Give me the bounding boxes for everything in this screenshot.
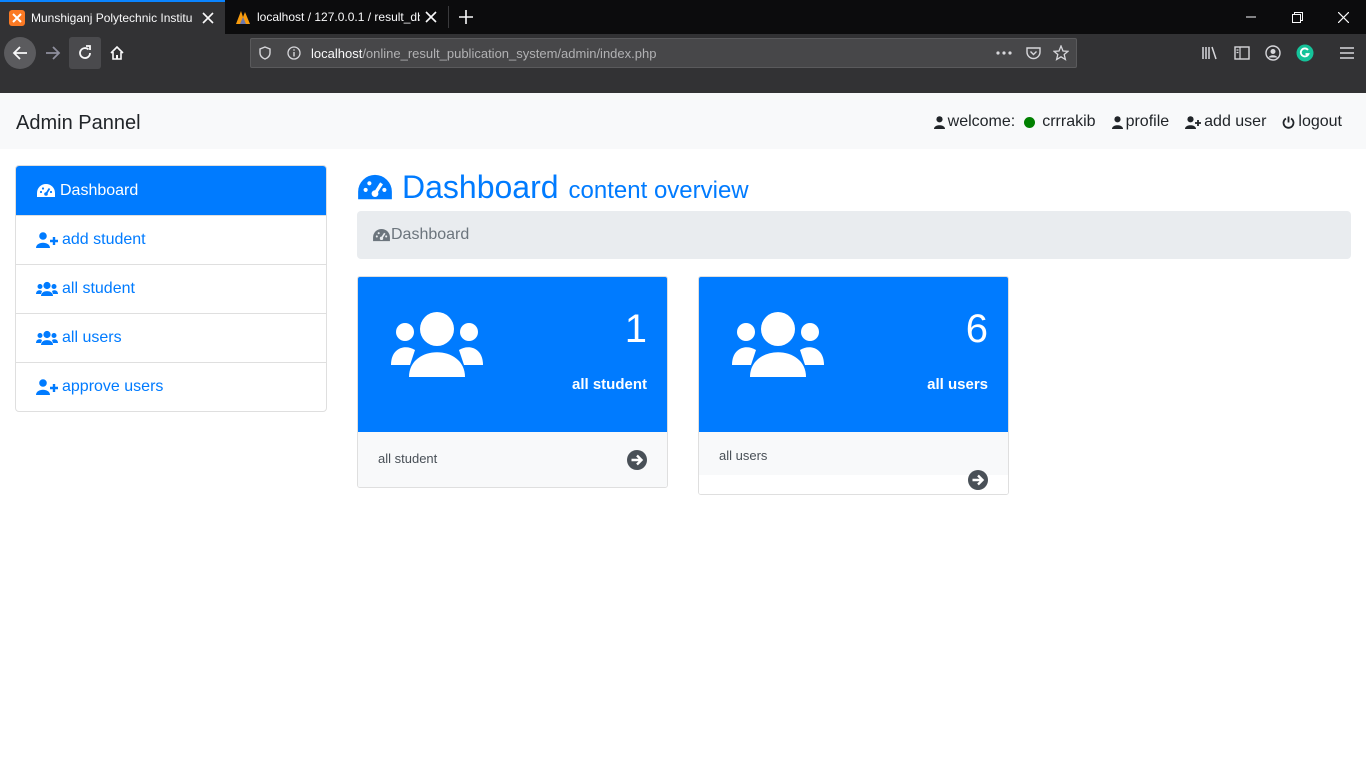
card-footer-link[interactable]: all users bbox=[699, 432, 1008, 494]
user-icon bbox=[933, 115, 945, 129]
browser-tab-2[interactable]: localhost / 127.0.0.1 / result_db bbox=[226, 0, 448, 34]
power-icon bbox=[1283, 116, 1295, 129]
card-body: 6 all users bbox=[699, 277, 1008, 432]
reload-icon[interactable] bbox=[69, 37, 101, 69]
pocket-icon[interactable] bbox=[1025, 45, 1041, 61]
page-heading: Dashboard content overview bbox=[356, 169, 749, 206]
dashboard-icon bbox=[358, 174, 392, 199]
page-actions-icon[interactable] bbox=[996, 45, 1012, 61]
close-tab-icon[interactable] bbox=[420, 6, 442, 28]
sidebar-item-approve-users[interactable]: approve users bbox=[16, 362, 326, 411]
tab-separator bbox=[448, 6, 449, 28]
user-plus-icon bbox=[1185, 115, 1202, 129]
browser-tab-title: localhost / 127.0.0.1 / result_db bbox=[257, 10, 420, 24]
browser-tab-title: Munshiganj Polytechnic Institu bbox=[31, 11, 193, 25]
stat-card-all-users: 6 all users all users bbox=[698, 276, 1009, 495]
page-content: Admin Pannel welcome: crrrakib profile ad… bbox=[0, 93, 1366, 768]
forward-arrow-icon[interactable] bbox=[37, 37, 69, 69]
card-count: 6 bbox=[965, 307, 988, 351]
url-text: localhost/online_result_publication_syst… bbox=[311, 46, 657, 61]
restore-icon[interactable] bbox=[1274, 0, 1320, 34]
online-status-dot bbox=[1024, 116, 1036, 128]
info-icon[interactable] bbox=[286, 45, 302, 61]
sidebar-item-label: all users bbox=[62, 329, 122, 346]
sidebar-item-all-student[interactable]: all student bbox=[16, 264, 326, 313]
minimize-icon[interactable] bbox=[1228, 0, 1274, 34]
card-label: all users bbox=[927, 376, 988, 393]
logout-link[interactable]: logout bbox=[1282, 113, 1342, 131]
toolbar-spacer bbox=[0, 72, 1366, 93]
user-plus-icon bbox=[36, 379, 58, 395]
card-footer-text: all users bbox=[719, 448, 768, 463]
dashboard-icon bbox=[37, 183, 55, 197]
library-icon[interactable] bbox=[1201, 44, 1219, 62]
card-footer-link[interactable]: all student bbox=[358, 432, 667, 487]
username: crrrakib bbox=[1042, 113, 1096, 130]
brand-title[interactable]: Admin Pannel bbox=[16, 112, 141, 135]
user-icon bbox=[1111, 115, 1123, 129]
stat-card-all-student: 1 all student all student bbox=[357, 276, 668, 488]
user-plus-icon bbox=[36, 232, 58, 248]
sidebar-item-add-student[interactable]: add student bbox=[16, 215, 326, 264]
close-tab-icon[interactable] bbox=[197, 7, 219, 29]
card-label: all student bbox=[571, 376, 647, 393]
users-icon bbox=[36, 330, 58, 345]
breadcrumb: Dashboard bbox=[357, 211, 1351, 259]
dashboard-icon bbox=[373, 228, 390, 241]
sidebar-item-label: add student bbox=[62, 231, 146, 248]
page-title: Dashboard bbox=[402, 169, 559, 205]
welcome-user: welcome: crrrakib bbox=[933, 113, 1096, 131]
card-count: 1 bbox=[624, 307, 647, 351]
profile-link[interactable]: profile bbox=[1111, 113, 1170, 131]
page-subtitle: content overview bbox=[568, 177, 749, 204]
sidebar-menu: Dashboard add student all student all us… bbox=[15, 165, 327, 412]
users-icon bbox=[732, 312, 824, 377]
logout-label: logout bbox=[1298, 113, 1342, 130]
phpmyadmin-favicon-icon bbox=[235, 9, 251, 25]
new-tab-icon[interactable] bbox=[454, 5, 478, 29]
xampp-favicon-icon bbox=[9, 10, 25, 26]
users-icon bbox=[391, 312, 483, 377]
sidebar-item-all-users[interactable]: all users bbox=[16, 313, 326, 362]
card-body: 1 all student bbox=[358, 277, 667, 432]
window-close-icon[interactable] bbox=[1320, 0, 1366, 34]
users-icon bbox=[36, 281, 58, 296]
arrow-circle-right-icon bbox=[968, 470, 988, 490]
address-bar[interactable]: localhost/online_result_publication_syst… bbox=[250, 38, 1077, 68]
account-icon[interactable] bbox=[1264, 44, 1282, 62]
tracking-shield-icon[interactable] bbox=[257, 45, 273, 61]
sidebar-item-label: approve users bbox=[62, 378, 164, 395]
browser-tab-1[interactable]: Munshiganj Polytechnic Institu bbox=[0, 0, 225, 34]
browser-tab-bar: Munshiganj Polytechnic Institu localhost… bbox=[0, 0, 1366, 34]
home-icon[interactable] bbox=[101, 37, 133, 69]
menu-icon[interactable] bbox=[1338, 44, 1356, 62]
profile-label: profile bbox=[1125, 113, 1170, 130]
top-navbar: Admin Pannel welcome: crrrakib profile ad… bbox=[0, 93, 1366, 149]
breadcrumb-label: Dashboard bbox=[391, 226, 470, 243]
back-arrow-icon[interactable] bbox=[4, 37, 36, 69]
sidebar-toggle-icon[interactable] bbox=[1233, 44, 1251, 62]
add-user-label: add user bbox=[1204, 113, 1267, 130]
welcome-label: welcome: bbox=[947, 113, 1016, 130]
bookmark-star-icon[interactable] bbox=[1053, 45, 1069, 61]
card-footer-text: all student bbox=[378, 451, 438, 466]
add-user-link[interactable]: add user bbox=[1185, 113, 1266, 131]
grammarly-icon[interactable] bbox=[1296, 44, 1314, 62]
sidebar-item-dashboard[interactable]: Dashboard bbox=[16, 166, 326, 215]
sidebar-item-label: all student bbox=[62, 280, 135, 297]
sidebar-item-label: Dashboard bbox=[60, 181, 139, 199]
card-footer-strip bbox=[699, 475, 1008, 494]
arrow-circle-right-icon bbox=[627, 450, 647, 470]
nav-links: welcome: crrrakib profile add user logout bbox=[933, 113, 1342, 131]
